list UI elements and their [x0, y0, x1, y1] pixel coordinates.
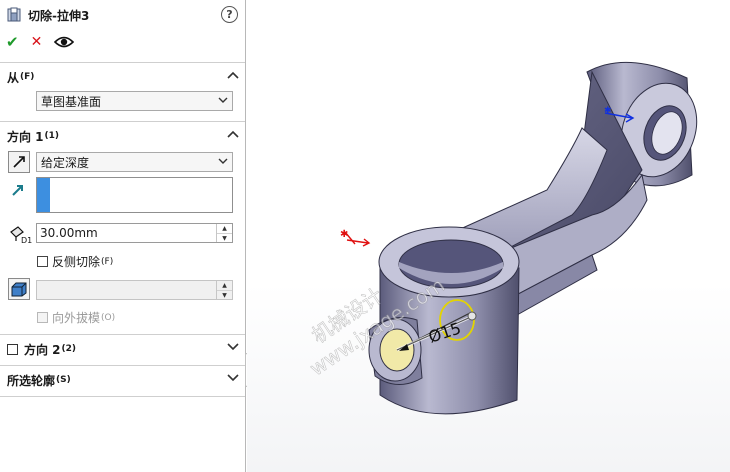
- spin-down-icon[interactable]: ▼: [217, 233, 232, 242]
- spin-down-icon[interactable]: ▼: [217, 290, 232, 299]
- flip-side-label: 反侧切除: [52, 255, 101, 269]
- action-buttons: ✔ ✕: [6, 32, 75, 52]
- draft-angle-stepper[interactable]: ▲ ▼: [216, 281, 232, 299]
- from-section-label: 从: [7, 70, 20, 85]
- draft-outward-option[interactable]: 向外拔模 (O): [37, 309, 115, 326]
- extrude-cut-feature-icon: [7, 7, 21, 22]
- from-section-key: (F): [20, 72, 35, 82]
- direction-reference-list[interactable]: [36, 177, 233, 213]
- selected-contours-key: (S): [56, 375, 71, 385]
- ok-button[interactable]: ✔: [6, 33, 19, 51]
- depth-value: 30.00mm: [40, 226, 98, 240]
- direction1-section-key: (1): [44, 131, 60, 141]
- svg-text:✱: ✱: [340, 229, 348, 240]
- depth-stepper[interactable]: ▲ ▼: [216, 224, 232, 242]
- origin-marker-red: ✱: [340, 229, 371, 247]
- draft-outward-label: 向外拔模: [52, 311, 101, 325]
- divider: [0, 334, 245, 335]
- direction2-section-label: 方向 2: [24, 342, 61, 357]
- direction-vector-icon[interactable]: [10, 182, 26, 198]
- flip-side-key: (F): [101, 256, 114, 267]
- list-selection-indicator: [37, 178, 50, 212]
- direction1-section-header[interactable]: 方向 1 (1): [7, 127, 241, 145]
- divider: [0, 365, 245, 366]
- svg-text:D1: D1: [21, 236, 32, 244]
- end-condition-select[interactable]: 给定深度: [36, 152, 233, 172]
- cancel-button[interactable]: ✕: [31, 34, 43, 50]
- flip-side-option[interactable]: 反侧切除 (F): [37, 253, 113, 270]
- feature-title-row: 切除-拉伸3 ?: [6, 5, 238, 25]
- chevron-down-icon[interactable]: [227, 343, 239, 351]
- draft-outward-key: (O): [101, 312, 116, 323]
- help-icon-glyph: ?: [226, 8, 233, 21]
- direction2-checkbox[interactable]: [7, 343, 18, 355]
- draft-outward-checkbox[interactable]: [37, 312, 48, 323]
- direction2-section-header[interactable]: 方向 2 (2): [7, 340, 241, 358]
- help-icon[interactable]: ?: [221, 6, 238, 23]
- spin-up-icon[interactable]: ▲: [217, 224, 232, 233]
- draft-toggle-button[interactable]: [8, 278, 30, 300]
- from-condition-select[interactable]: 草图基准面: [36, 91, 233, 111]
- from-condition-value: 草图基准面: [41, 94, 102, 109]
- chevron-down-icon: [218, 97, 228, 103]
- reverse-direction-icon: [13, 156, 25, 168]
- end-condition-value: 给定深度: [41, 155, 90, 170]
- spin-up-icon[interactable]: ▲: [217, 281, 232, 290]
- divider: [0, 121, 245, 122]
- property-manager-panel: 切除-拉伸3 ? ✔ ✕ 从 (F) 草图基准面 方向 1 (1) 给定深度 D…: [0, 0, 246, 472]
- preview-eye-icon[interactable]: [54, 35, 75, 49]
- chevron-down-icon: [218, 158, 228, 164]
- model-view[interactable]: Ø15 ✱ ✱ 机械设计 www.jxage.com: [247, 0, 730, 472]
- selected-contours-section-header[interactable]: 所选轮廓 (S): [7, 371, 241, 389]
- svg-text:✱: ✱: [604, 106, 612, 116]
- draft-icon: [11, 282, 27, 297]
- depth-input[interactable]: 30.00mm ▲ ▼: [36, 223, 233, 243]
- chevron-up-icon[interactable]: [227, 71, 239, 79]
- depth-icon: D1: [10, 226, 32, 244]
- divider: [0, 396, 245, 397]
- divider: [0, 62, 245, 63]
- chevron-up-icon[interactable]: [227, 130, 239, 138]
- feature-title: 切除-拉伸3: [28, 8, 90, 23]
- graphics-viewport[interactable]: Ø15 ✱ ✱ 机械设计 www.jxage.com: [247, 0, 730, 472]
- from-section-header[interactable]: 从 (F): [7, 68, 241, 86]
- direction1-section-label: 方向 1: [7, 129, 44, 144]
- flip-side-checkbox[interactable]: [37, 256, 48, 267]
- reverse-direction-button[interactable]: [8, 151, 30, 173]
- direction2-section-key: (2): [61, 344, 77, 354]
- selected-contours-label: 所选轮廓: [7, 373, 56, 388]
- draft-angle-input[interactable]: ▲ ▼: [36, 280, 233, 300]
- chevron-down-icon[interactable]: [227, 374, 239, 382]
